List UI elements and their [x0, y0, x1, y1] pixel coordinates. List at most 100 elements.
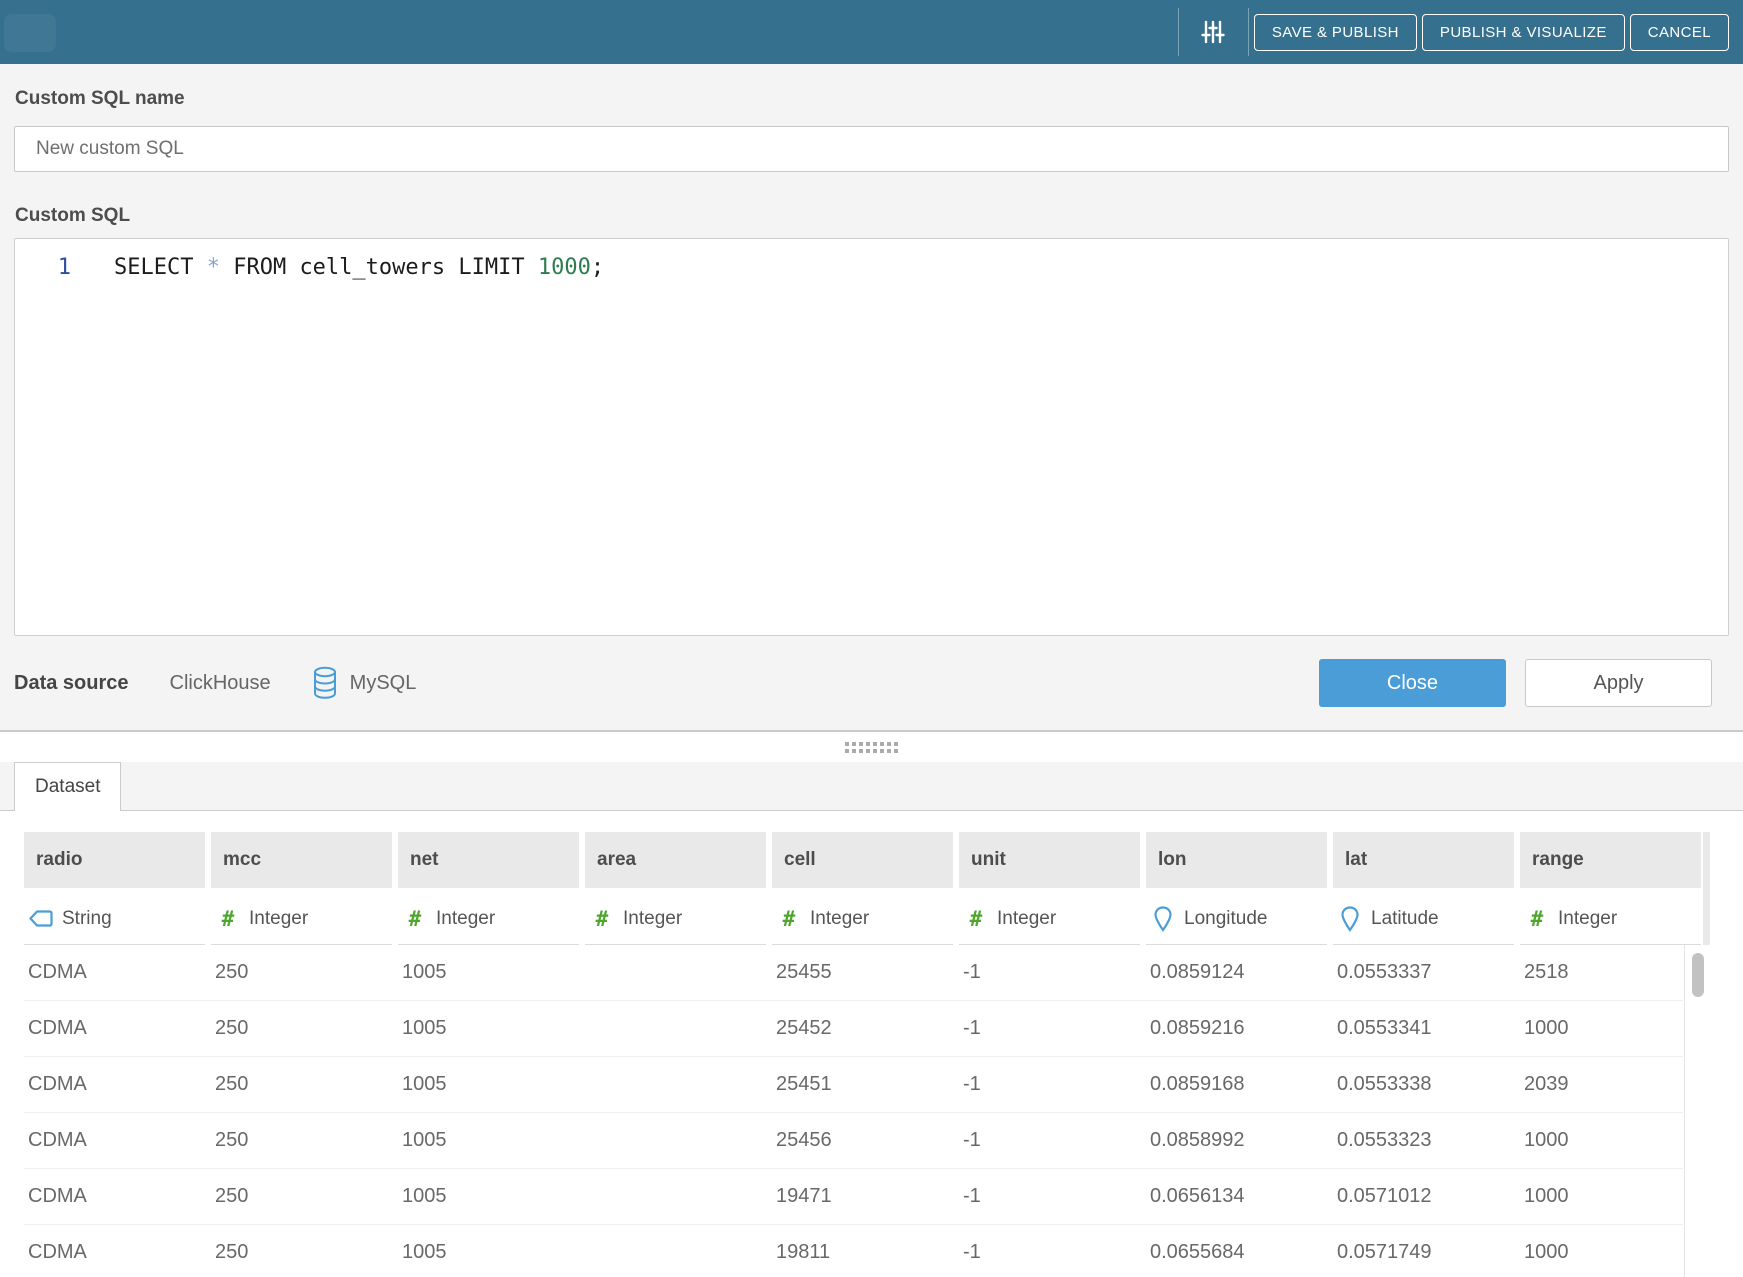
- column-header-lat: lat: [1333, 832, 1514, 888]
- drag-handle-icon: [845, 742, 898, 753]
- line-number: 1: [15, 253, 71, 283]
- dataset-preview-table: radiomccnetareacellunitlonlatrange Strin…: [0, 811, 1743, 1277]
- cell-range: 2518: [1520, 961, 1701, 984]
- cell-lat: 0.0553341: [1333, 1017, 1514, 1040]
- table-row: CDMA250100519811-10.06556840.05717491000: [24, 1225, 1683, 1277]
- vertical-scrollbar-thumb[interactable]: [1692, 953, 1704, 997]
- top-bar: SAVE & PUBLISHPUBLISH & VISUALIZECANCEL: [0, 0, 1743, 64]
- publish-visualize-button[interactable]: PUBLISH & VISUALIZE: [1422, 14, 1625, 51]
- location-pin-icon: [1341, 906, 1359, 932]
- cell-unit: -1: [959, 961, 1140, 984]
- close-button[interactable]: Close: [1319, 659, 1506, 707]
- hash-icon: #: [409, 907, 422, 931]
- tab-dataset[interactable]: Dataset: [14, 762, 121, 811]
- sliders-icon: [1200, 19, 1226, 45]
- column-header-radio: radio: [24, 832, 205, 888]
- cell-mcc: 250: [211, 961, 392, 984]
- cell-net: 1005: [398, 1017, 579, 1040]
- column-type-lat: Latitude: [1333, 893, 1514, 945]
- save-publish-button[interactable]: SAVE & PUBLISH: [1254, 14, 1417, 51]
- tab-dataset-label: Dataset: [35, 776, 100, 798]
- pane-resize-divider[interactable]: [0, 731, 1743, 762]
- cell-range: 1000: [1520, 1017, 1701, 1040]
- table-body: CDMA250100525455-10.08591240.05533372518…: [24, 945, 1683, 1277]
- hash-icon: #: [222, 907, 235, 931]
- cell-net: 1005: [398, 961, 579, 984]
- cell-radio: CDMA: [24, 1073, 205, 1096]
- column-type-range: # Integer: [1520, 893, 1701, 945]
- cell-radio: CDMA: [24, 1185, 205, 1208]
- column-type-radio: String: [24, 893, 205, 945]
- cell-lon: 0.0858992: [1146, 1129, 1327, 1152]
- column-type-label: Longitude: [1184, 908, 1267, 930]
- cell-range: 1000: [1520, 1185, 1701, 1208]
- cell-range: 2039: [1520, 1073, 1701, 1096]
- topbar-right-group: SAVE & PUBLISHPUBLISH & VISUALIZECANCEL: [1178, 0, 1729, 64]
- data-source-option-clickhouse[interactable]: ClickHouse: [170, 672, 271, 695]
- hash-icon: #: [596, 907, 609, 931]
- data-source-option-label: ClickHouse: [170, 672, 271, 695]
- column-type-unit: # Integer: [959, 893, 1140, 945]
- cell-cell: 25455: [772, 961, 953, 984]
- column-type-label: Latitude: [1371, 908, 1439, 930]
- cell-lon: 0.0656134: [1146, 1185, 1327, 1208]
- apply-button[interactable]: Apply: [1525, 659, 1712, 707]
- table-row: CDMA250100525455-10.08591240.05533372518: [24, 945, 1683, 1001]
- hash-icon: #: [1531, 907, 1544, 931]
- cell-mcc: 250: [211, 1073, 392, 1096]
- topbar-actions: SAVE & PUBLISHPUBLISH & VISUALIZECANCEL: [1249, 14, 1729, 51]
- table-row: CDMA250100525451-10.08591680.05533382039: [24, 1057, 1683, 1113]
- custom-sql-name-label: Custom SQL name: [15, 88, 185, 110]
- cell-radio: CDMA: [24, 1241, 205, 1264]
- scrollbar-track-line: [1684, 945, 1685, 1277]
- cell-lat: 0.0571012: [1333, 1185, 1514, 1208]
- cell-lon: 0.0859124: [1146, 961, 1327, 984]
- data-source-option-mysql[interactable]: MySQL: [312, 666, 417, 700]
- string-tag-icon: [29, 910, 53, 927]
- custom-sql-editor-screen: SAVE & PUBLISHPUBLISH & VISUALIZECANCEL …: [0, 0, 1743, 1277]
- column-type-label: Integer: [249, 908, 308, 930]
- column-type-label: Integer: [1558, 908, 1617, 930]
- cell-range: 1000: [1520, 1241, 1701, 1264]
- cell-lon: 0.0859216: [1146, 1017, 1327, 1040]
- table-row: CDMA250100525452-10.08592160.05533411000: [24, 1001, 1683, 1057]
- cell-range: 1000: [1520, 1129, 1701, 1152]
- scrollbar-track: [1703, 832, 1710, 945]
- data-source-option-label: MySQL: [350, 672, 417, 695]
- column-header-unit: unit: [959, 832, 1140, 888]
- sliders-settings-button[interactable]: [1179, 19, 1248, 45]
- location-pin-icon: [1154, 906, 1172, 932]
- column-type-label: Integer: [436, 908, 495, 930]
- cell-cell: 25452: [772, 1017, 953, 1040]
- sql-code-editor[interactable]: 1 SELECT * FROM cell_towers LIMIT 1000;: [14, 238, 1729, 636]
- column-header-net: net: [398, 832, 579, 888]
- database-icon: [312, 666, 338, 700]
- preview-tab-bar: Dataset: [0, 762, 1743, 811]
- cell-cell: 19811: [772, 1241, 953, 1264]
- column-header-range: range: [1520, 832, 1701, 888]
- column-type-area: # Integer: [585, 893, 766, 945]
- cell-mcc: 250: [211, 1185, 392, 1208]
- cell-net: 1005: [398, 1241, 579, 1264]
- cell-unit: -1: [959, 1241, 1140, 1264]
- sql-code-line: SELECT * FROM cell_towers LIMIT 1000;: [71, 253, 604, 283]
- hash-icon: #: [970, 907, 983, 931]
- data-source-group: Data source ClickHouse: [14, 666, 457, 700]
- cell-unit: -1: [959, 1073, 1140, 1096]
- column-type-label: Integer: [810, 908, 869, 930]
- cell-mcc: 250: [211, 1241, 392, 1264]
- column-type-label: Integer: [623, 908, 682, 930]
- cell-radio: CDMA: [24, 1129, 205, 1152]
- cell-cell: 25456: [772, 1129, 953, 1152]
- table-type-row: String # Integer # Integer # Integer # Integer # I…: [24, 893, 1707, 945]
- cell-net: 1005: [398, 1185, 579, 1208]
- custom-sql-name-input[interactable]: [14, 126, 1729, 172]
- editor-footer-row: Data source ClickHouse: [14, 636, 1729, 730]
- cell-radio: CDMA: [24, 1017, 205, 1040]
- column-type-label: Integer: [997, 908, 1056, 930]
- table-row: CDMA250100525456-10.08589920.05533231000: [24, 1113, 1683, 1169]
- cell-cell: 25451: [772, 1073, 953, 1096]
- cancel-button[interactable]: CANCEL: [1630, 14, 1729, 51]
- cell-lat: 0.0553337: [1333, 961, 1514, 984]
- cell-unit: -1: [959, 1129, 1140, 1152]
